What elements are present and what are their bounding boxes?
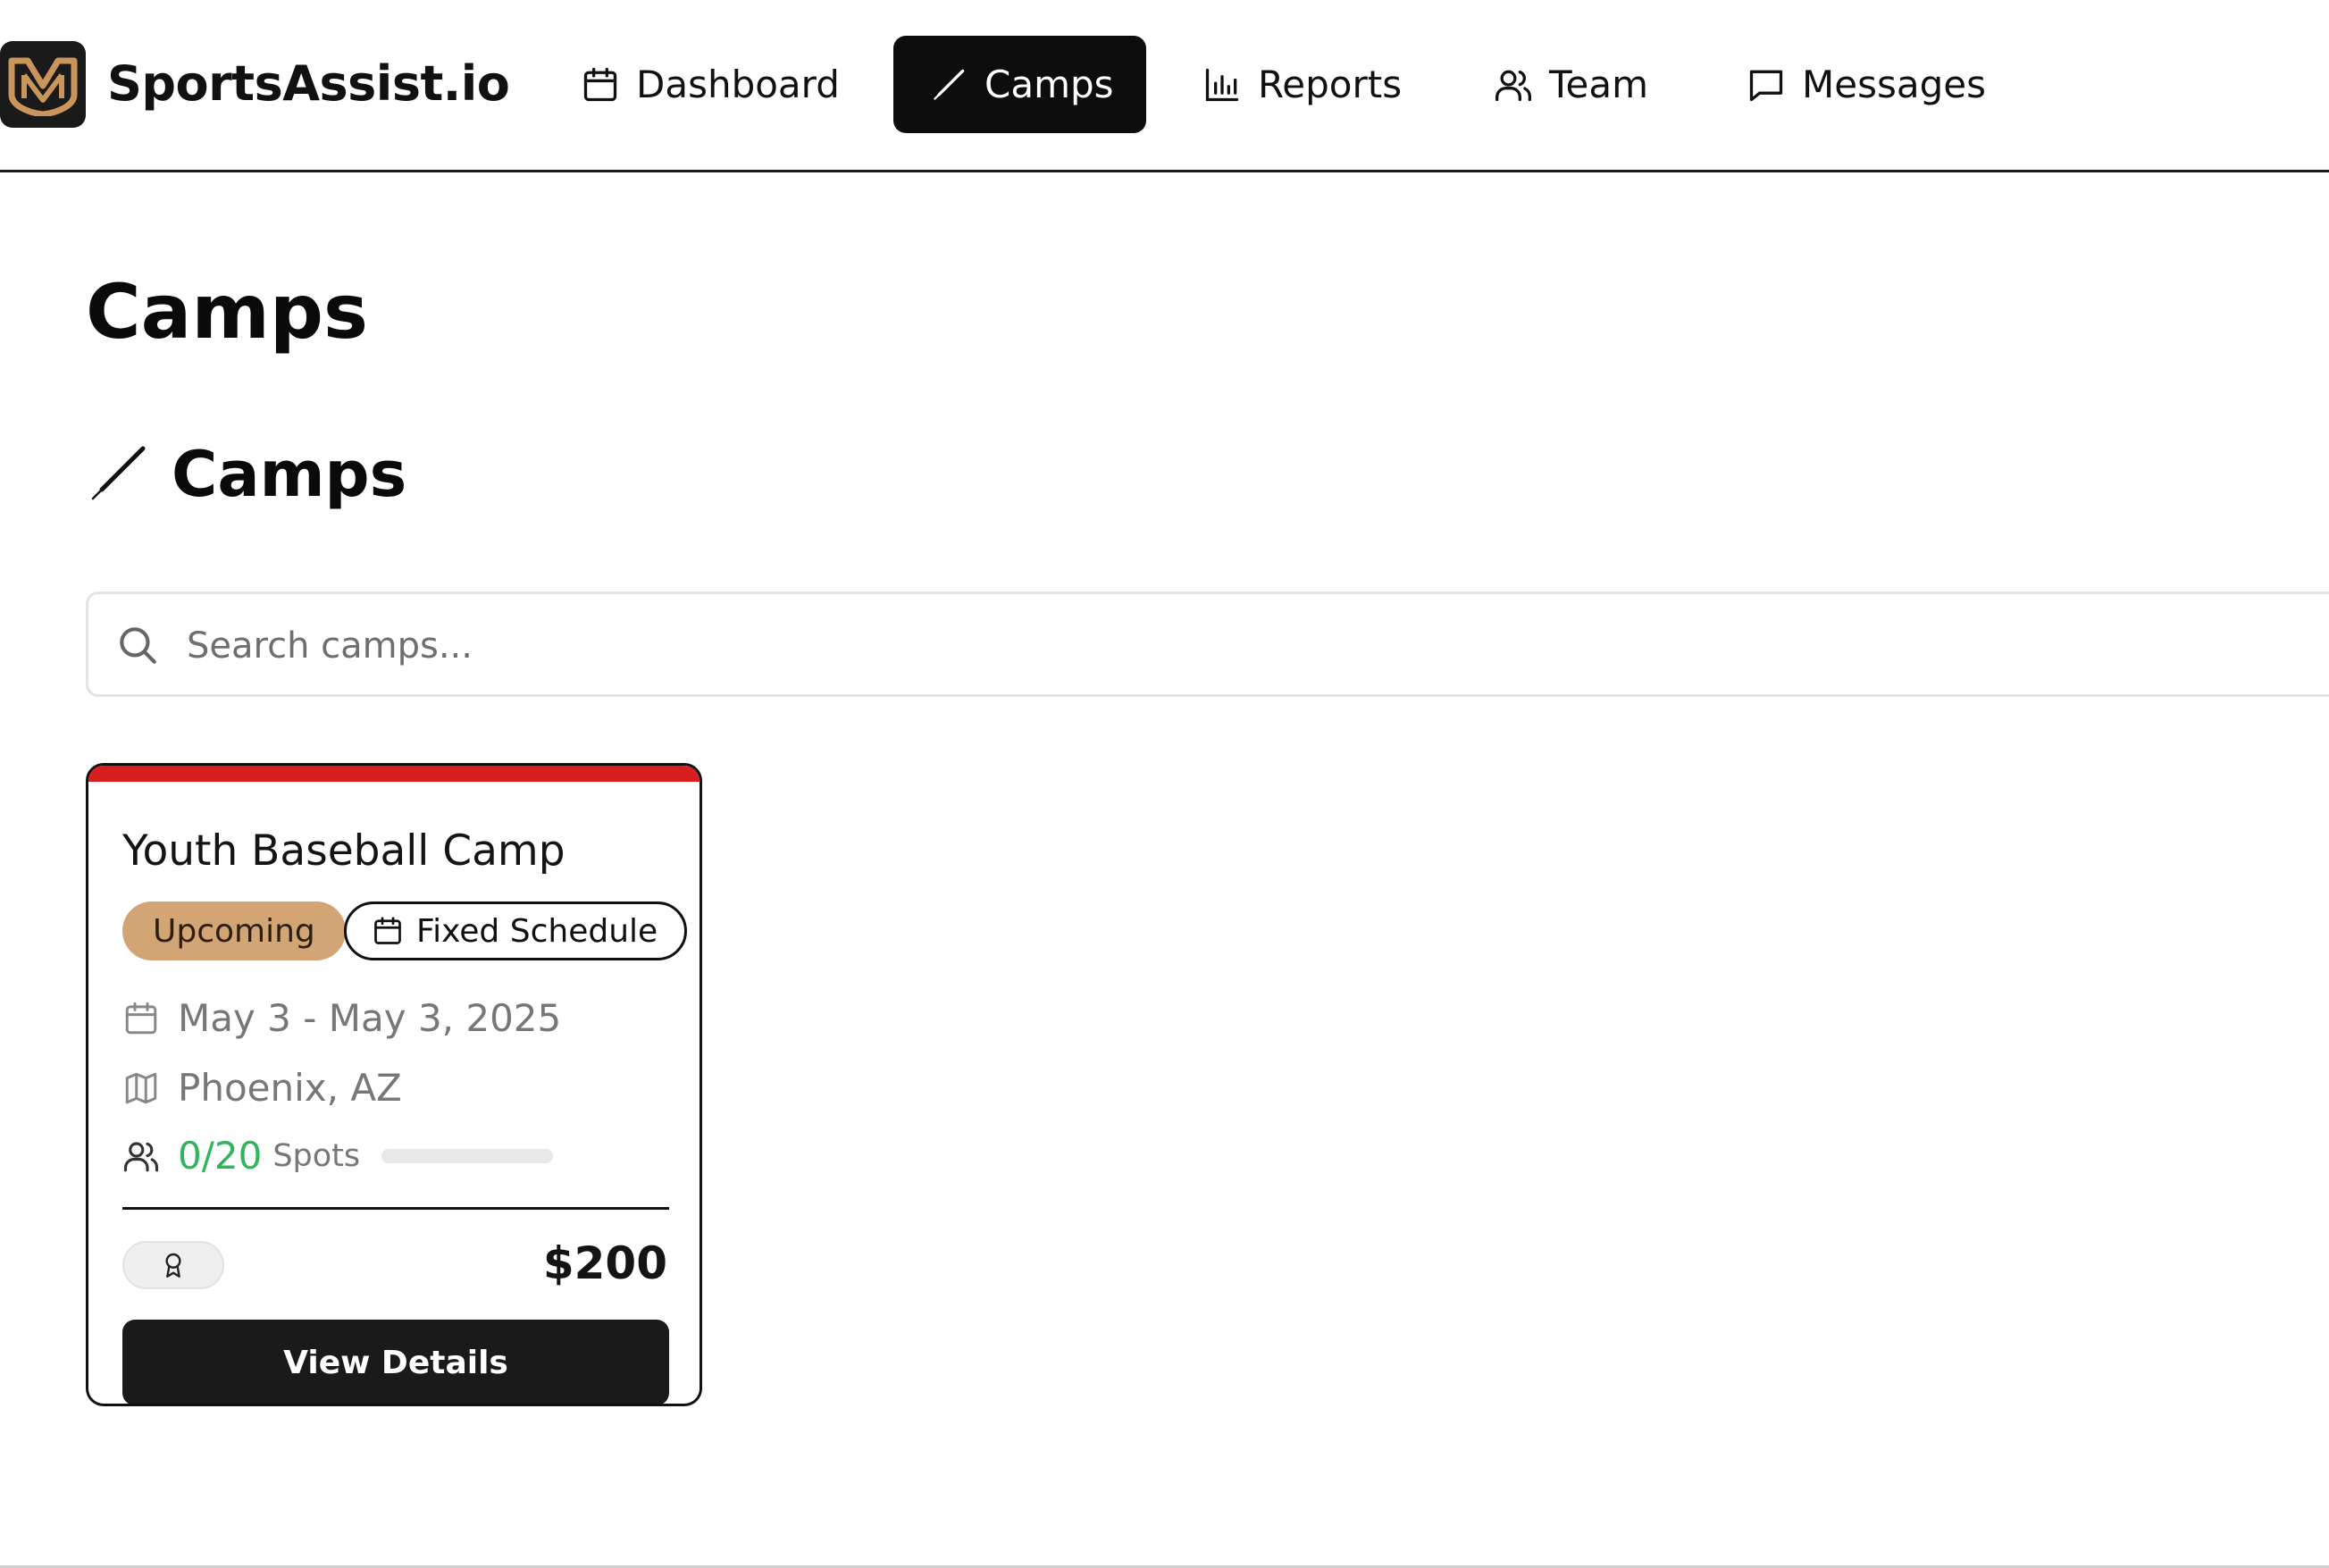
brand-logo[interactable] <box>0 41 86 128</box>
view-details-button[interactable]: View Details <box>122 1320 669 1404</box>
spots-count: 0/20 <box>178 1134 263 1178</box>
camp-location: Phoenix, AZ <box>178 1066 402 1110</box>
camp-dates-row: May 3 - May 3, 2025 <box>122 996 561 1040</box>
camp-card[interactable]: Youth Baseball Camp Upcoming Fixed Sched… <box>86 763 702 1406</box>
nav-dashboard-label: Dashboard <box>636 63 840 106</box>
page-title: Camps <box>86 268 368 356</box>
top-navigation-bar: SportsAssist.io Dashboard Camps Reports … <box>0 0 2329 172</box>
brand-name[interactable]: SportsAssist.io <box>107 55 510 112</box>
camp-dates: May 3 - May 3, 2025 <box>178 996 562 1040</box>
search-icon <box>115 623 160 667</box>
nav-dashboard[interactable]: Dashboard <box>581 36 840 133</box>
camp-title: Youth Baseball Camp <box>122 826 565 876</box>
map-icon <box>122 1069 160 1107</box>
nav-team-label: Team <box>1549 63 1649 106</box>
bat-icon <box>89 445 148 500</box>
card-divider <box>122 1207 669 1210</box>
camp-spots-row: 0/20 Spots <box>122 1134 554 1178</box>
card-accent-stripe <box>88 766 700 782</box>
award-badge <box>122 1241 224 1289</box>
search-bar[interactable] <box>86 591 2329 697</box>
message-square-icon <box>1747 65 1786 105</box>
camp-price: $200 <box>542 1237 667 1289</box>
users-icon <box>1494 65 1533 105</box>
schedule-badge-label: Fixed Schedule <box>416 912 658 950</box>
section-title: Camps <box>172 438 407 511</box>
nav-camps[interactable]: Camps <box>893 36 1146 133</box>
status-badge: Upcoming <box>122 901 346 960</box>
users-icon <box>122 1137 160 1175</box>
calendar-icon <box>581 65 620 105</box>
calendar-icon <box>372 915 404 947</box>
search-input[interactable] <box>187 612 2241 680</box>
spots-label: Spots <box>272 1137 361 1174</box>
award-icon <box>159 1251 188 1279</box>
nav-camps-label: Camps <box>984 63 1114 106</box>
schedule-badge: Fixed Schedule <box>344 901 688 960</box>
shield-m-logo-icon <box>8 57 78 116</box>
nav-team[interactable]: Team <box>1494 36 1648 133</box>
nav-reports-label: Reports <box>1258 63 1403 106</box>
nav-reports[interactable]: Reports <box>1202 36 1402 133</box>
nav-messages-label: Messages <box>1802 63 1986 106</box>
bat-icon <box>929 65 968 105</box>
bar-chart-icon <box>1202 65 1242 105</box>
camp-location-row: Phoenix, AZ <box>122 1066 402 1110</box>
spots-progress-bar <box>381 1148 554 1163</box>
calendar-icon <box>122 1000 160 1037</box>
nav-messages[interactable]: Messages <box>1747 36 1986 133</box>
